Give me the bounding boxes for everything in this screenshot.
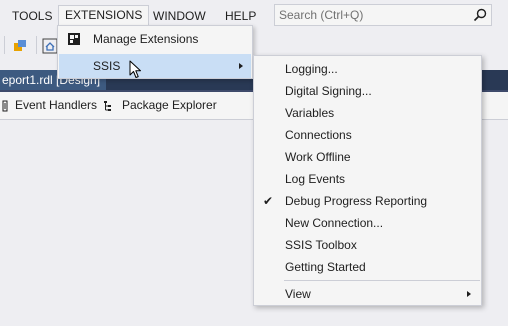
menu-item-ssis-toolbox[interactable]: SSIS Toolbox	[255, 234, 480, 256]
menu-item-new-connection[interactable]: New Connection...	[255, 212, 480, 234]
menu-item-debug-progress-reporting[interactable]: ✔ Debug Progress Reporting	[255, 190, 480, 212]
menu-item-label: Log Events	[285, 172, 346, 186]
toolbar-separator	[4, 36, 5, 54]
menu-item-label: Variables	[285, 106, 335, 120]
menu-item-label: Getting Started	[285, 260, 366, 274]
toolbar-separator	[36, 36, 37, 54]
menu-item-label: Connections	[285, 128, 352, 142]
menu-item-label: Work Offline	[285, 150, 351, 164]
menu-item-ssis[interactable]: SSIS	[59, 54, 251, 78]
ssis-submenu: Logging... Digital Signing... Variables …	[253, 55, 482, 306]
mouse-cursor-icon	[129, 60, 141, 78]
menu-item-work-offline[interactable]: Work Offline	[255, 146, 480, 168]
menu-item-label: Digital Signing...	[285, 84, 372, 98]
menu-item-view[interactable]: View	[255, 283, 480, 305]
search-input[interactable]: Search (Ctrl+Q)	[279, 5, 363, 25]
menu-item-log-events[interactable]: Log Events	[255, 168, 480, 190]
menu-window[interactable]: WINDOW	[147, 6, 212, 26]
menu-item-label: View	[285, 287, 311, 301]
tab-package-explorer[interactable]: Package Explorer	[122, 92, 217, 119]
menu-item-logging[interactable]: Logging...	[255, 58, 480, 80]
menu-separator	[284, 280, 480, 281]
event-handlers-icon	[2, 100, 8, 112]
menu-tools[interactable]: TOOLS	[6, 6, 58, 26]
menu-help[interactable]: HELP	[219, 6, 262, 26]
search-icon[interactable]	[473, 8, 487, 22]
menu-item-label: Debug Progress Reporting	[285, 194, 428, 208]
tab-event-handlers[interactable]: Event Handlers	[15, 92, 97, 119]
menu-item-manage-extensions[interactable]: Manage Extensions	[59, 27, 251, 51]
menu-item-variables[interactable]: Variables	[255, 102, 480, 124]
menu-item-getting-started[interactable]: Getting Started	[255, 256, 480, 278]
menu-extensions[interactable]: EXTENSIONS	[58, 5, 150, 26]
menu-item-label: Manage Extensions	[93, 32, 199, 46]
package-explorer-icon	[104, 101, 111, 111]
solution-explorer-icon[interactable]	[12, 38, 28, 54]
menu-item-label: New Connection...	[285, 216, 384, 230]
checkmark-icon: ✔	[263, 194, 274, 208]
home-icon[interactable]	[42, 38, 58, 54]
submenu-arrow-icon	[239, 63, 243, 69]
extensions-menu: Manage Extensions SSIS	[57, 25, 253, 79]
menu-item-label: SSIS Toolbox	[285, 238, 357, 252]
submenu-arrow-icon	[467, 291, 471, 297]
search-box[interactable]: Search (Ctrl+Q)	[274, 4, 492, 26]
menu-item-connections[interactable]: Connections	[255, 124, 480, 146]
extensions-icon	[68, 33, 80, 45]
menu-item-label: Logging...	[285, 62, 338, 76]
menu-item-label: SSIS	[93, 59, 121, 73]
menu-item-digital-signing[interactable]: Digital Signing...	[255, 80, 480, 102]
